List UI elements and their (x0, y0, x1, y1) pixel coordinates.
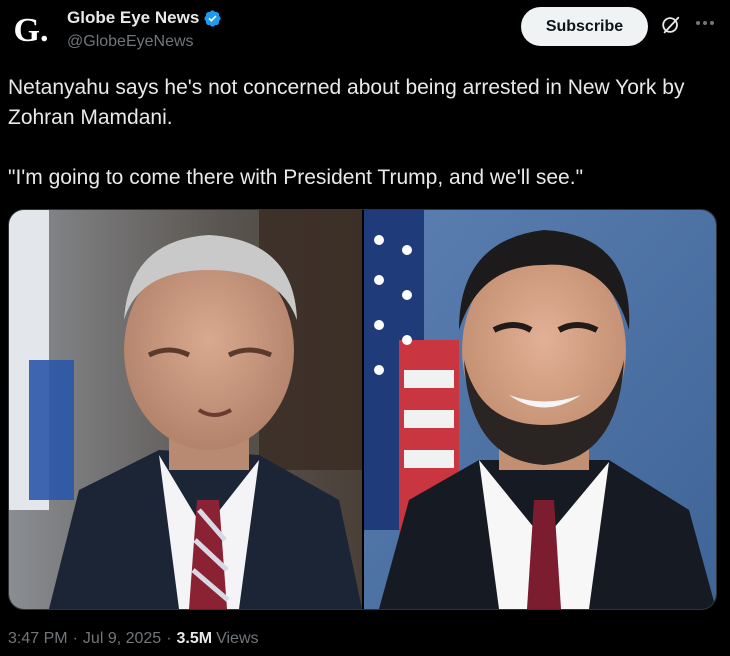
meta-separator: · (72, 630, 78, 647)
photo-left (9, 210, 362, 609)
verified-badge-icon (204, 9, 221, 27)
post-time[interactable]: 3:47 PM (8, 630, 68, 648)
post-text: Netanyahu says he's not concerned about … (8, 76, 685, 189)
account-avatar[interactable]: G. (12, 12, 50, 50)
post-header: G. Globe Eye News @GlobeEyeNews Subscrib… (0, 0, 730, 60)
subscribe-button[interactable]: Subscribe (521, 7, 648, 46)
meta-separator: · (166, 630, 172, 647)
grok-icon[interactable] (660, 14, 682, 36)
account-name-row[interactable]: Globe Eye News (67, 8, 222, 28)
views-count: 3.5M (176, 630, 213, 647)
more-options-icon[interactable] (693, 11, 717, 35)
photo-right (364, 210, 716, 609)
post-media[interactable] (8, 209, 717, 610)
post-meta: 3:47 PM · Jul 9, 2025 · 3.5M Views (8, 630, 259, 648)
account-name[interactable]: Globe Eye News (67, 8, 199, 28)
account-handle[interactable]: @GlobeEyeNews (67, 33, 194, 51)
post-date[interactable]: Jul 9, 2025 (83, 630, 161, 648)
views-label: Views (216, 630, 259, 647)
